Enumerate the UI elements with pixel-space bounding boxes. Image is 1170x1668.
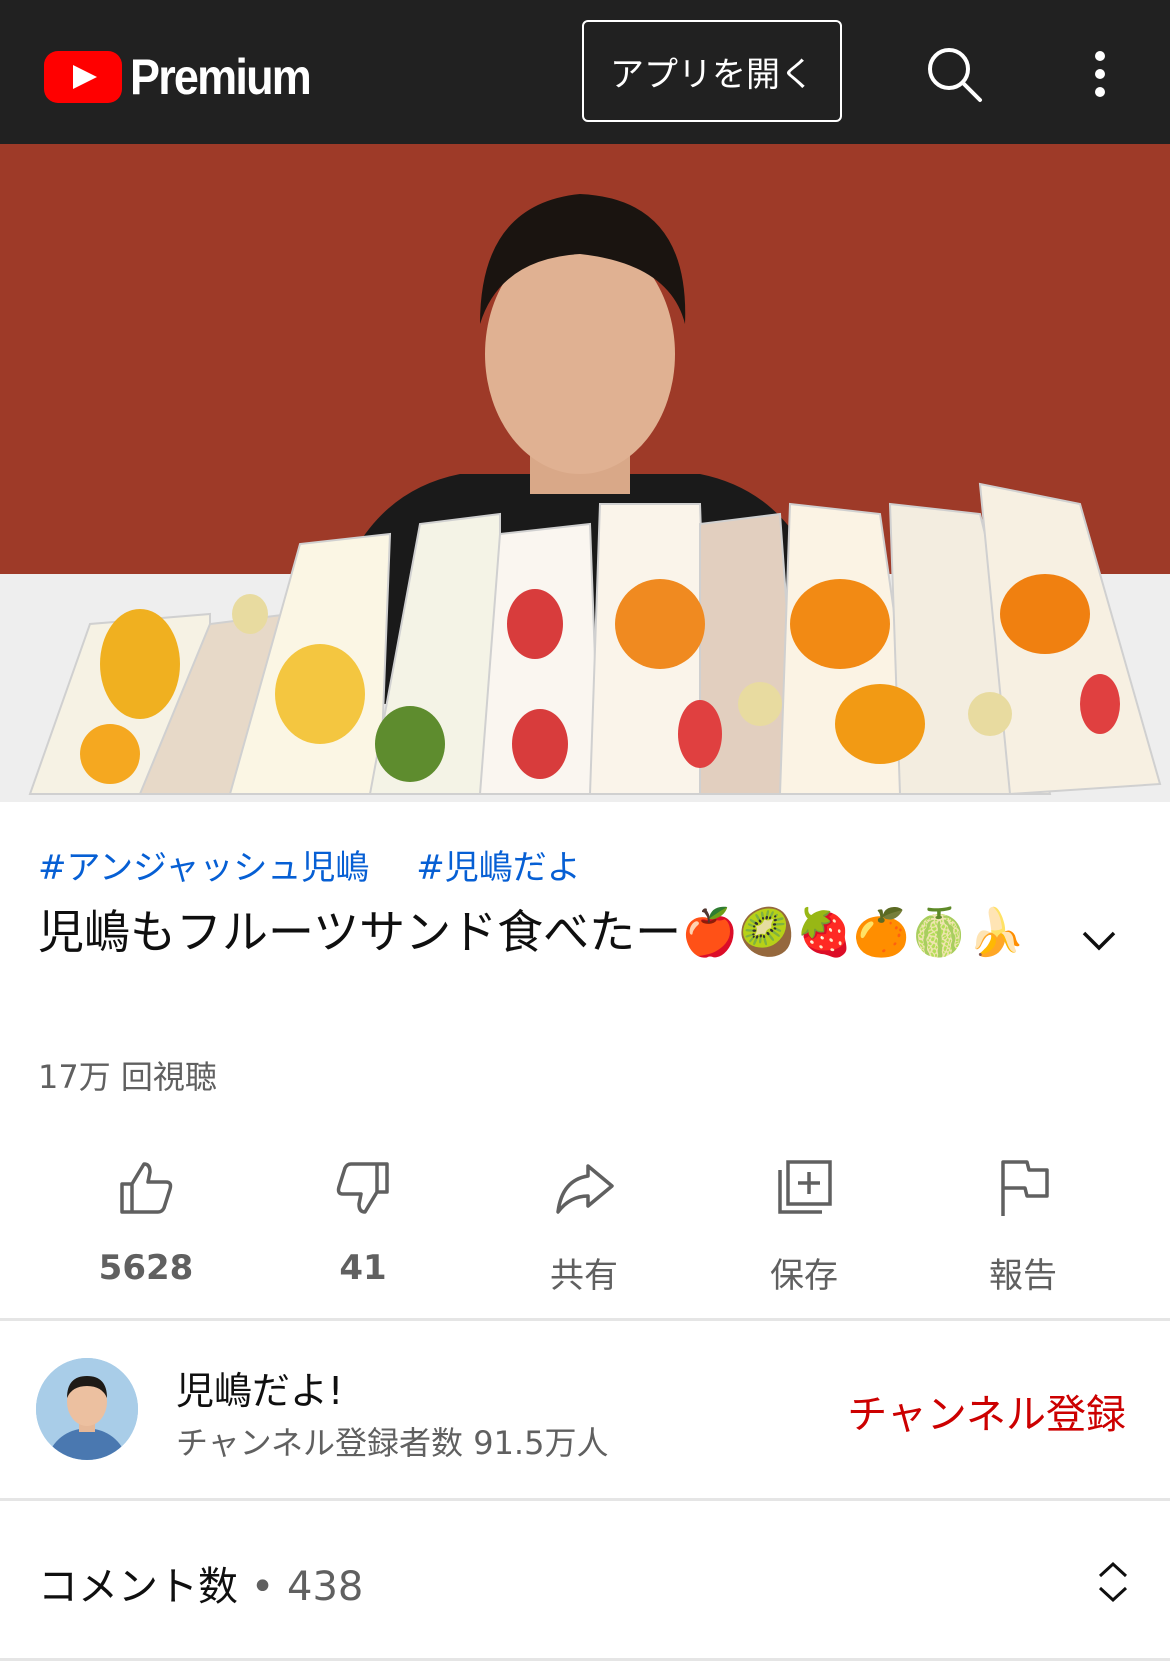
comments-section[interactable]: コメント数 • 438 <box>0 1502 1170 1658</box>
share-label: 共有 <box>550 1256 618 1296</box>
subscriber-count: チャンネル登録者数 91.5万人 <box>176 1424 609 1462</box>
expand-icon[interactable] <box>1090 1556 1136 1608</box>
channel-avatar[interactable] <box>36 1358 138 1460</box>
comments-label: コメント数 <box>38 1564 238 1610</box>
chevron-down-icon[interactable] <box>1076 918 1122 964</box>
subscribe-button[interactable]: チャンネル登録 <box>847 1382 1126 1440</box>
divider <box>0 1658 1170 1661</box>
open-app-button[interactable]: アプリを開く <box>582 20 842 122</box>
app-header: Premium アプリを開く <box>0 0 1170 144</box>
save-button[interactable]: 保存 <box>694 1148 914 1298</box>
logo-text: Premium <box>130 49 312 105</box>
thumbs-up-icon <box>120 1162 173 1214</box>
save-label: 保存 <box>770 1256 838 1296</box>
divider <box>0 1318 1170 1321</box>
comments-header: コメント数 • 438 <box>38 1554 363 1612</box>
search-icon[interactable] <box>922 42 986 106</box>
hashtag-list: #アンジャッシュ児嶋 #児嶋だよ <box>38 840 1138 890</box>
view-count: 17万 回視聴 <box>38 1058 217 1096</box>
hashtag-link[interactable]: #アンジャッシュ児嶋 <box>38 848 369 888</box>
share-icon <box>556 1164 614 1214</box>
like-count: 5628 <box>98 1248 194 1288</box>
youtube-play-icon <box>44 51 122 103</box>
report-button[interactable]: 報告 <box>913 1148 1133 1298</box>
hashtag-link[interactable]: #児嶋だよ <box>416 848 581 888</box>
youtube-premium-logo[interactable]: Premium <box>44 48 330 106</box>
channel-row[interactable]: 児嶋だよ! チャンネル登録者数 91.5万人 チャンネル登録 <box>0 1322 1170 1498</box>
video-metadata: #アンジャッシュ児嶋 #児嶋だよ <box>38 840 1138 890</box>
like-button[interactable]: 5628 <box>36 1148 256 1298</box>
channel-name[interactable]: 児嶋だよ! <box>176 1360 343 1415</box>
comments-count: 438 <box>287 1564 364 1610</box>
divider <box>0 1498 1170 1501</box>
dislike-button[interactable]: 41 <box>253 1148 473 1298</box>
avatar-image <box>36 1358 138 1460</box>
video-player[interactable] <box>0 144 1170 802</box>
share-button[interactable]: 共有 <box>474 1148 694 1298</box>
flag-icon <box>1001 1160 1049 1216</box>
thumbs-down-icon <box>336 1162 389 1214</box>
action-bar: 5628 41 共有 保存 報告 <box>0 1148 1170 1298</box>
video-title[interactable]: 児嶋もフルーツサンド食べたー🍎🥝🍓🍊🍈🍌 <box>38 898 1068 966</box>
video-frame-image <box>0 144 1170 802</box>
dislike-count: 41 <box>339 1248 387 1288</box>
report-label: 報告 <box>989 1256 1057 1296</box>
comments-separator: • <box>238 1564 288 1610</box>
add-to-playlist-icon <box>778 1160 832 1214</box>
more-options-icon[interactable] <box>1080 42 1120 106</box>
